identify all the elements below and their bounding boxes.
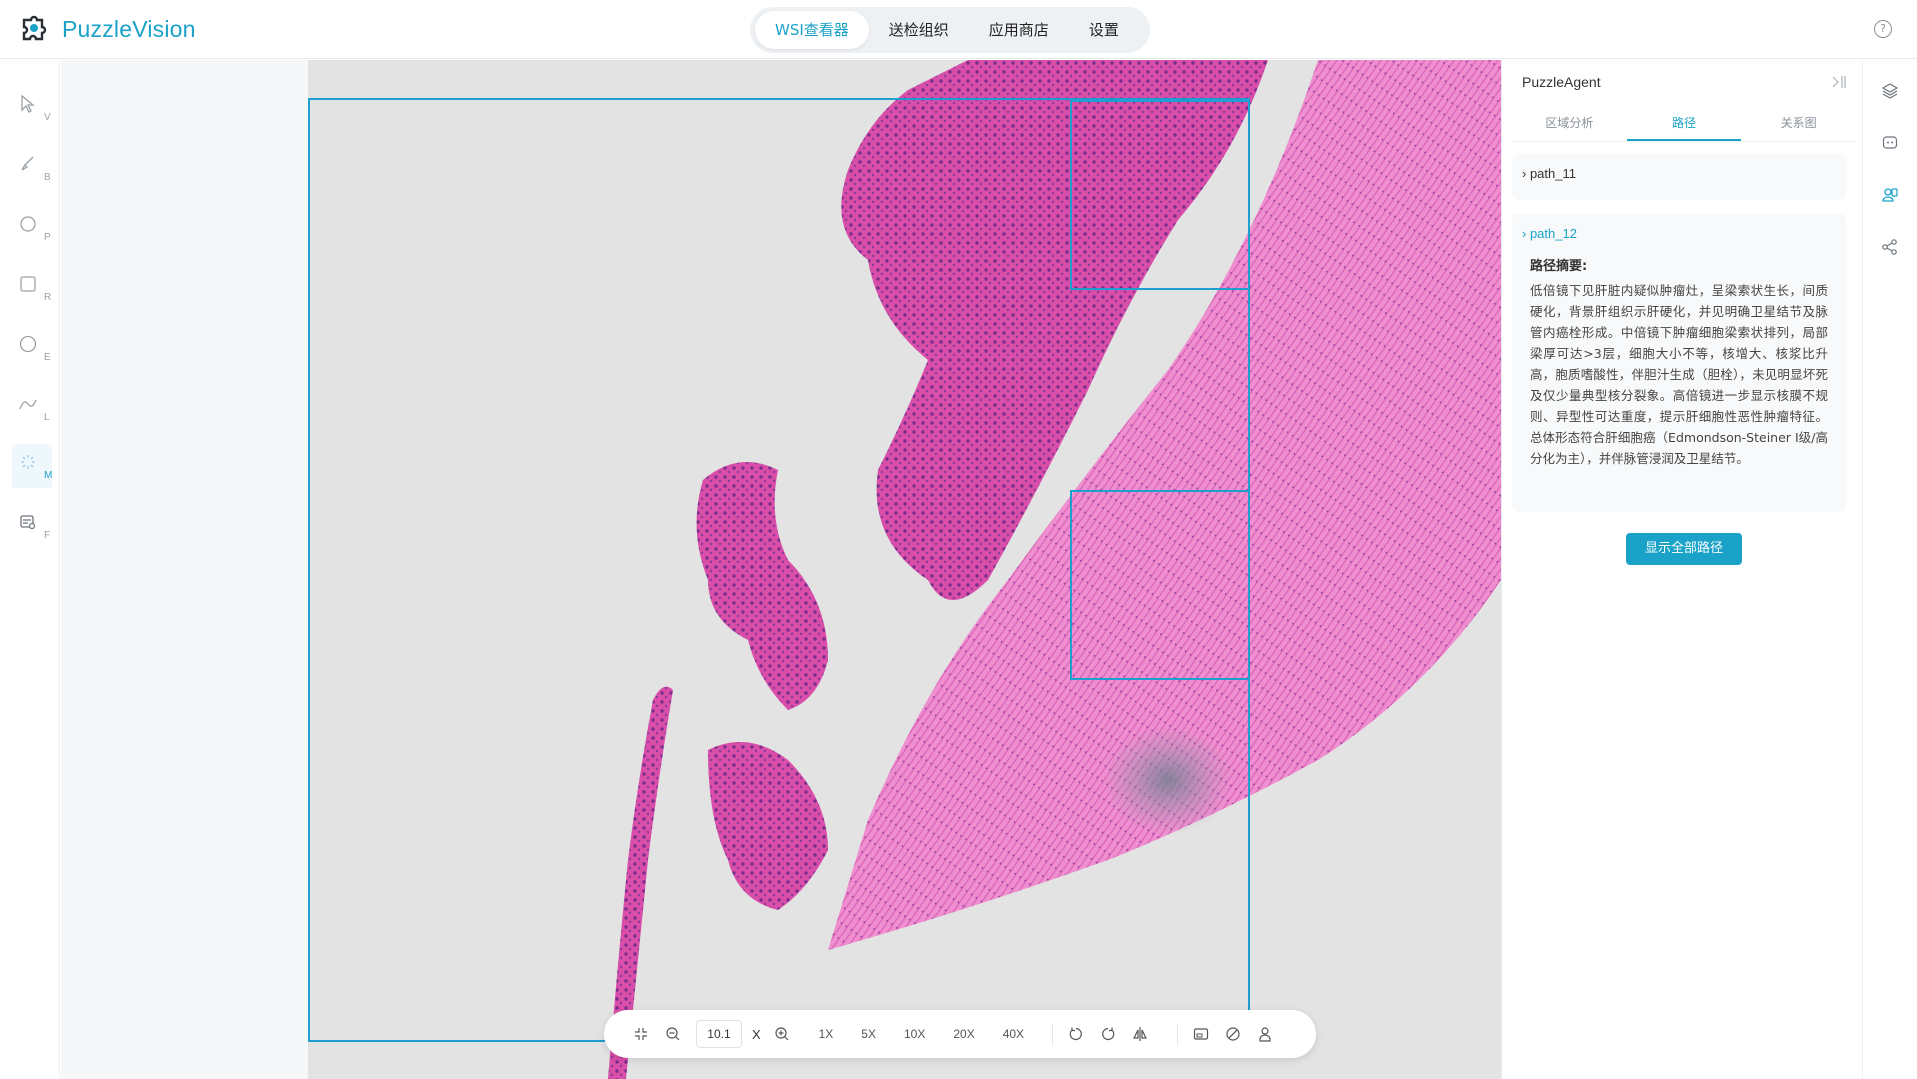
right-sidebar (1862, 60, 1917, 1079)
main-nav: WSI查看器 送检组织 应用商店 设置 (750, 7, 1150, 53)
tool-key-label: M (44, 470, 53, 481)
tool-key-label: E (44, 352, 51, 363)
panel-tabs: 区域分析 路径 关系图 (1512, 106, 1856, 142)
tab-relation-graph[interactable]: 关系图 (1741, 106, 1856, 141)
pointer-icon (21, 94, 35, 113)
brush-icon (21, 156, 34, 171)
tool-key-label: P (44, 232, 51, 243)
zoom-level-input[interactable]: 10.1 (695, 1020, 742, 1048)
wsi-viewer[interactable]: 10.1 X 1X 5X 10X 20X 40X (308, 60, 1501, 1079)
tool-rectangle[interactable]: R (12, 266, 52, 310)
tool-key-label: L (44, 412, 50, 423)
help-icon[interactable]: ? (1874, 20, 1892, 38)
hide-annotations-icon[interactable] (1224, 1025, 1242, 1043)
zoom-suffix: X (751, 1026, 761, 1042)
tool-brush[interactable]: B (12, 146, 52, 190)
fit-screen-icon[interactable] (632, 1025, 650, 1043)
tool-polygon[interactable]: P (12, 206, 52, 250)
rectangle-icon (20, 276, 36, 292)
show-all-paths-button[interactable]: 显示全部路径 (1626, 533, 1742, 565)
zoom-out-icon[interactable] (664, 1025, 682, 1043)
tool-line[interactable]: L (12, 386, 52, 430)
path-header[interactable]: › path_11 (1512, 154, 1846, 181)
tool-ellipse[interactable]: E (12, 326, 52, 370)
tool-key-label: F (44, 530, 51, 541)
path-name: path_11 (1529, 166, 1576, 181)
layers-icon[interactable] (1881, 82, 1901, 102)
puzzle-logo-icon (22, 15, 47, 41)
toolbar-divider (1052, 1023, 1054, 1045)
summary-title: 路径摘要: (1530, 259, 1588, 274)
zoom-toolbar: 10.1 X 1X 5X 10X 20X 40X (604, 1010, 1316, 1058)
ellipse-icon (19, 335, 37, 353)
chevron-right-icon: › (1522, 166, 1530, 181)
polygon-icon (20, 216, 36, 232)
annotation-toolbar: V B P R E L M F (0, 60, 60, 1079)
tool-select[interactable]: V (12, 86, 52, 130)
ai-assistant-icon[interactable] (1881, 134, 1901, 154)
flip-horizontal-icon[interactable] (1131, 1025, 1149, 1043)
tool-magic-wand[interactable]: M (12, 444, 52, 488)
line-icon (19, 399, 37, 410)
nav-wsi-viewer[interactable]: WSI查看器 (755, 11, 869, 49)
folder-icon (20, 515, 36, 530)
path-item-11[interactable]: › path_11 (1512, 154, 1846, 200)
tab-path[interactable]: 路径 (1626, 106, 1742, 141)
tab-region-analysis[interactable]: 区域分析 (1512, 106, 1627, 141)
tool-key-label: R (44, 292, 52, 303)
agent-users-icon[interactable] (1881, 186, 1901, 206)
tool-folder[interactable]: F (12, 504, 52, 548)
summary-text: 低倍镜下见肝脏内疑似肿瘤灶，呈梁索状生长，间质硬化，背景肝组织示肝硬化，并见明确… (1530, 283, 1828, 466)
mag-5x[interactable]: 5X (861, 1027, 876, 1041)
collapse-panel-icon[interactable] (1830, 74, 1848, 90)
share-graph-icon[interactable] (1881, 238, 1901, 258)
nav-settings[interactable]: 设置 (1069, 11, 1139, 49)
mag-1x[interactable]: 1X (819, 1027, 834, 1041)
tool-key-label: B (44, 172, 51, 183)
logo[interactable]: PuzzleVision (18, 12, 196, 46)
roi-sub-box-1[interactable] (1070, 100, 1250, 290)
rotate-left-icon[interactable] (1067, 1025, 1085, 1043)
user-icon[interactable] (1256, 1025, 1274, 1043)
puzzle-agent-panel: PuzzleAgent 区域分析 路径 关系图 › path_11 › path… (1501, 60, 1861, 1079)
mag-40x[interactable]: 40X (1003, 1027, 1024, 1041)
chevron-right-icon: › (1522, 226, 1530, 241)
rotate-right-icon[interactable] (1099, 1025, 1117, 1043)
panel-title: PuzzleAgent (1522, 74, 1601, 90)
toolbar-divider (1177, 1023, 1179, 1045)
minimap-icon[interactable] (1192, 1025, 1210, 1043)
path-item-12[interactable]: › path_12 路径摘要: 低倍镜下见肝脏内疑似肿瘤灶，呈梁索状生长，间质硬… (1512, 214, 1846, 512)
zoom-in-icon[interactable] (773, 1025, 791, 1043)
nav-app-store[interactable]: 应用商店 (969, 11, 1069, 49)
nav-specimen[interactable]: 送检组织 (869, 11, 969, 49)
app-name: PuzzleVision (62, 15, 196, 42)
tool-key-label: V (44, 112, 51, 123)
mag-10x[interactable]: 10X (904, 1027, 925, 1041)
path-name: path_12 (1529, 226, 1577, 241)
path-header[interactable]: › path_12 (1512, 214, 1846, 241)
app-header: PuzzleVision WSI查看器 送检组织 应用商店 设置 ? (0, 0, 1917, 59)
mag-20x[interactable]: 20X (953, 1027, 974, 1041)
slide-list-column (61, 60, 308, 1079)
roi-sub-box-2[interactable] (1070, 490, 1250, 680)
magic-wand-icon (21, 455, 35, 469)
